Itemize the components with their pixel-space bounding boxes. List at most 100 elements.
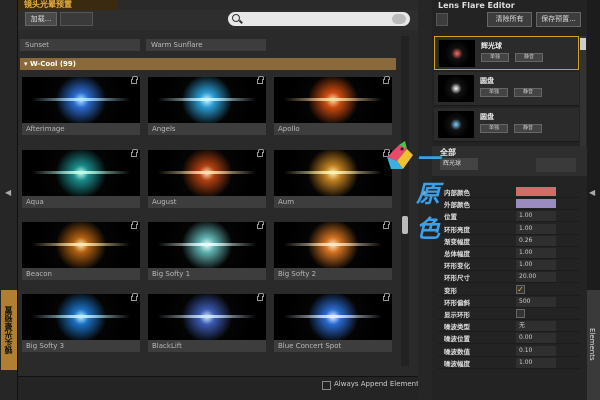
preset-thumbnail bbox=[274, 149, 392, 196]
lock-icon bbox=[257, 221, 264, 229]
preset-tile[interactable]: Angels bbox=[148, 76, 266, 137]
property-label: 变形 bbox=[444, 286, 457, 295]
flare-streak bbox=[158, 171, 256, 174]
property-value[interactable]: 0.10 bbox=[516, 345, 556, 356]
preset-tile[interactable]: August bbox=[148, 149, 266, 210]
mute-button[interactable]: 静音 bbox=[514, 124, 542, 133]
elements-tab[interactable]: Elements bbox=[587, 290, 600, 400]
property-row: 噪波数值 0.10 bbox=[438, 345, 580, 357]
preset-tile[interactable]: Blue Concert Spot bbox=[274, 293, 392, 354]
mute-button[interactable]: 静音 bbox=[514, 88, 542, 97]
property-label: 噪波位置 bbox=[444, 335, 470, 344]
flare-streak bbox=[32, 171, 130, 174]
property-value[interactable]: 1.00 bbox=[516, 248, 556, 258]
flare-streak bbox=[158, 98, 256, 101]
tile-label[interactable]: Sunset bbox=[20, 39, 140, 51]
property-checkbox[interactable] bbox=[516, 309, 525, 318]
search-input[interactable] bbox=[228, 12, 410, 26]
property-row: 噪波位置 0.00 bbox=[438, 332, 580, 345]
flare-streak bbox=[284, 315, 382, 318]
property-row: 噪波幅度 1.00 bbox=[438, 357, 580, 369]
scroll-thumb[interactable] bbox=[580, 38, 586, 50]
lock-icon bbox=[383, 76, 390, 84]
presets-vertical-tab[interactable]: 镜头光晕预置 bbox=[1, 290, 17, 370]
preset-tile[interactable]: Beacon bbox=[22, 221, 140, 282]
preset-thumbnail bbox=[148, 221, 266, 268]
preset-thumbnail bbox=[22, 76, 140, 123]
property-label: 环形尺寸 bbox=[444, 274, 470, 283]
lock-icon bbox=[131, 149, 138, 157]
property-checkbox[interactable]: ✓ bbox=[516, 284, 525, 294]
properties-tab[interactable] bbox=[536, 158, 576, 172]
property-label: 显示环形 bbox=[444, 311, 470, 319]
property-value[interactable]: 1.00 bbox=[516, 211, 556, 222]
tile-label: August bbox=[148, 196, 266, 208]
color-swatch[interactable] bbox=[516, 187, 556, 196]
element-item[interactable]: 圆盘 单独 静音 bbox=[434, 72, 579, 106]
preset-tile[interactable]: Aqua bbox=[22, 149, 140, 210]
watermark-logo: 一原色 bbox=[383, 137, 463, 243]
save-preset-button[interactable]: 保存预置... bbox=[536, 12, 581, 27]
bird-logo-icon bbox=[387, 141, 413, 169]
flare-streak bbox=[284, 98, 382, 101]
property-value[interactable]: 无 bbox=[516, 321, 556, 332]
append-checkbox[interactable] bbox=[322, 381, 331, 390]
color-swatch[interactable] bbox=[516, 199, 556, 209]
property-value[interactable]: 1.00 bbox=[516, 223, 556, 234]
flare-streak bbox=[32, 315, 130, 318]
preset-tile[interactable]: Apollo bbox=[274, 76, 392, 137]
preset-thumbnail bbox=[148, 293, 266, 340]
lock-icon bbox=[257, 149, 264, 157]
editor-title: Lens Flare Editor bbox=[438, 1, 515, 10]
property-value[interactable]: 0.26 bbox=[516, 235, 556, 246]
property-value[interactable]: 500 bbox=[516, 296, 556, 307]
preset-tile[interactable]: BlackLift bbox=[148, 293, 266, 354]
element-item[interactable]: 辉光球 单独 静音 bbox=[434, 36, 579, 70]
tile-label: Afterimage bbox=[22, 123, 140, 135]
load-dropdown[interactable] bbox=[60, 12, 93, 26]
solo-button[interactable]: 单独 bbox=[480, 88, 508, 97]
property-row: 总体幅度 1.00 bbox=[438, 247, 580, 259]
flare-streak bbox=[32, 98, 130, 101]
load-button[interactable]: 加载... bbox=[25, 12, 57, 26]
elements-arrow-icon[interactable]: ◀ bbox=[589, 188, 595, 197]
preset-tile[interactable]: Aum bbox=[274, 149, 392, 210]
category-header[interactable]: ▾ W-Cool (99) bbox=[20, 58, 396, 70]
property-label: 噪波数值 bbox=[444, 347, 470, 356]
browser-title: 镜头光晕预置 bbox=[18, 0, 118, 10]
tile-label: BlackLift bbox=[148, 340, 266, 352]
solo-button[interactable]: 单独 bbox=[480, 124, 508, 133]
tile-label[interactable]: Warm Sunflare bbox=[146, 39, 266, 51]
property-label: 噪波类型 bbox=[444, 323, 470, 332]
preset-tile[interactable]: Big Softy 1 bbox=[148, 221, 266, 282]
preset-tile[interactable]: Big Softy 3 bbox=[22, 293, 140, 354]
solo-button[interactable]: 单独 bbox=[481, 53, 509, 62]
property-value[interactable]: 1.00 bbox=[516, 260, 556, 271]
element-name: 圆盘 bbox=[480, 77, 494, 85]
lock-icon bbox=[257, 76, 264, 84]
preset-thumbnail bbox=[22, 149, 140, 196]
scroll-thumb[interactable] bbox=[402, 216, 408, 234]
left-arrow-icon[interactable]: ◀ bbox=[5, 188, 11, 197]
property-value[interactable]: 20.00 bbox=[516, 272, 556, 283]
preset-tile[interactable]: Big Softy 2 bbox=[274, 221, 392, 282]
tile-label: Big Softy 3 bbox=[22, 340, 140, 352]
element-name: 圆盘 bbox=[480, 113, 494, 121]
clear-all-button[interactable]: 清除所有 bbox=[487, 12, 532, 27]
browser-scrollbar[interactable] bbox=[401, 36, 409, 366]
lock-icon bbox=[131, 76, 138, 84]
property-row: 显示环形 bbox=[438, 308, 580, 320]
mute-button[interactable]: 静音 bbox=[515, 53, 543, 62]
flare-streak bbox=[284, 171, 382, 174]
search-clear-button[interactable] bbox=[392, 14, 406, 24]
tile-label: Beacon bbox=[22, 268, 140, 280]
preset-thumbnail bbox=[274, 293, 392, 340]
preset-thumbnail bbox=[274, 221, 392, 268]
elements-tab-label: Elements bbox=[588, 328, 596, 361]
tile-label: Angels bbox=[148, 123, 266, 135]
property-value[interactable]: 1.00 bbox=[516, 357, 556, 368]
editor-menu-button[interactable] bbox=[436, 13, 448, 26]
property-value[interactable]: 0.00 bbox=[516, 333, 556, 344]
preset-tile[interactable]: Afterimage bbox=[22, 76, 140, 137]
element-scrollbar[interactable] bbox=[580, 36, 586, 146]
